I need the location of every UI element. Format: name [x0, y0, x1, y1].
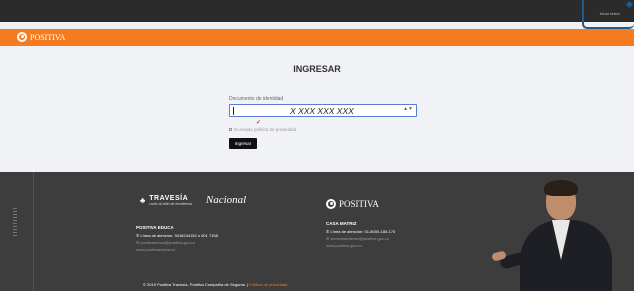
- header-brand-name: POSITIVA: [30, 32, 66, 42]
- matriz-email[interactable]: ✉ servicioalcliente@positiva.gov.co: [326, 235, 395, 242]
- highlight-callout: [582, 0, 634, 29]
- positiva-logo-icon: [326, 199, 336, 209]
- terms-checkbox[interactable]: [229, 128, 232, 131]
- header-logo[interactable]: POSITIVA: [17, 32, 65, 42]
- travesia-logo: ♣ TRAVESÍA vuelo al sello de excelencia: [140, 195, 192, 206]
- matriz-website[interactable]: www.positiva.gov.co: [326, 242, 395, 249]
- educa-contact: POSITIVA EDUCA ✆ Línea de atención: 3016…: [136, 224, 218, 253]
- copyright-text: © 2019 Positiva Travesía, Positiva Compa…: [143, 282, 249, 287]
- document-value: X XXX XXX XXX: [290, 106, 354, 116]
- document-label: Documento de identidad: [229, 96, 284, 102]
- copyright: © 2019 Positiva Travesía, Positiva Compa…: [143, 282, 287, 287]
- footer-side-panel: [0, 172, 34, 291]
- educa-website[interactable]: www.positivaeduca.co: [136, 246, 218, 253]
- travesia-tagline: vuelo al sello de excelencia: [149, 201, 192, 206]
- footer-positiva-logo: POSITIVA: [326, 199, 379, 209]
- login-form: Documento de identidad X XXX XXX XXX ▲▼ …: [229, 96, 417, 149]
- check-mark-icon: ✓: [256, 120, 262, 126]
- document-input[interactable]: X XXX XXX XXX ▲▼ ✓: [229, 104, 417, 126]
- text-caret: [233, 107, 234, 115]
- footer-brands: ♣ TRAVESÍA vuelo al sello de excelencia …: [140, 194, 246, 206]
- page-title: INGRESAR: [293, 64, 341, 74]
- educa-phone[interactable]: ✆ Línea de atención: 3016244152 o 601 71…: [136, 232, 218, 239]
- privacy-link[interactable]: Política de privacidad: [249, 282, 287, 287]
- footer-brand-name: POSITIVA: [339, 199, 379, 209]
- educa-title: POSITIVA EDUCA: [136, 225, 174, 230]
- educa-email[interactable]: ✉ positivaeduca@positiva.gov.co: [136, 239, 218, 246]
- top-bar: Iniciar sesión: [0, 0, 634, 22]
- header-bar: [0, 29, 634, 46]
- positiva-logo-icon: [17, 32, 27, 42]
- matriz-title: CASA MATRIZ: [326, 221, 357, 226]
- tree-icon: ♣: [140, 195, 146, 205]
- privacy-terms[interactable]: Si acepto política de privacidad: [229, 127, 417, 132]
- callout-pointer: [625, 0, 634, 9]
- number-stepper[interactable]: ▲▼: [403, 107, 413, 112]
- travesia-name: TRAVESÍA: [149, 194, 189, 202]
- matriz-contact: CASA MATRIZ ✆ Línea de atención: 01-8000…: [326, 220, 395, 249]
- matriz-phone[interactable]: ✆ Línea de atención: 01-8000-180-170: [326, 228, 395, 235]
- footer: ♣ TRAVESÍA vuelo al sello de excelencia …: [0, 172, 634, 291]
- vertical-text-decoration: [13, 208, 17, 236]
- nacional-logo: Nacional: [205, 194, 247, 206]
- terms-label: Si acepto política de privacidad: [234, 127, 297, 132]
- footer-person-photo: [491, 174, 634, 291]
- submit-button[interactable]: Ingresar: [229, 138, 257, 149]
